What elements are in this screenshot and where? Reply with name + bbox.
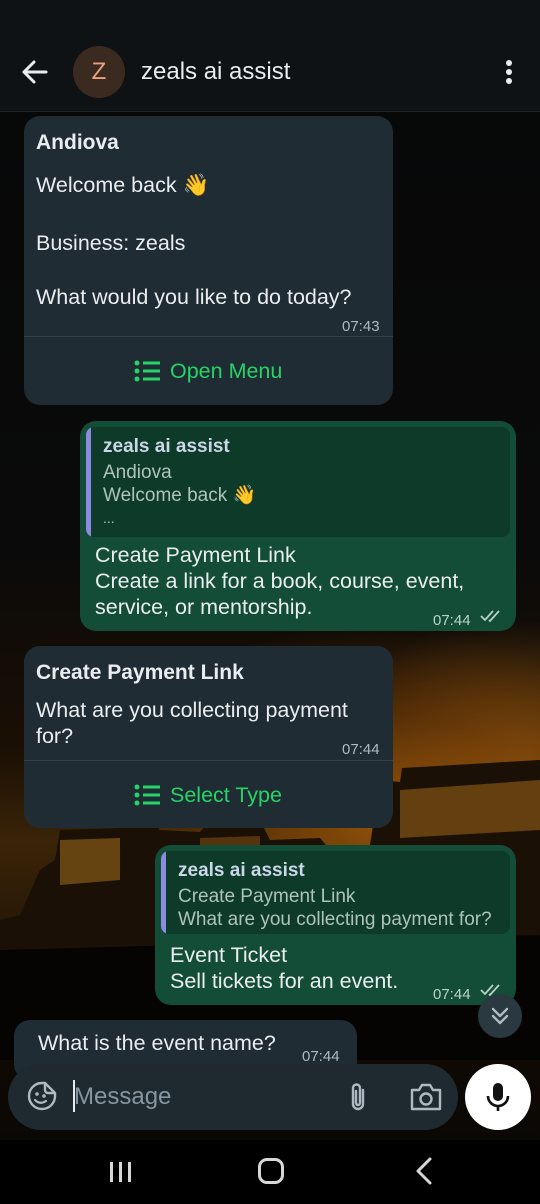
message-line: What are you collecting payment: [36, 698, 348, 722]
divider: [24, 760, 393, 761]
camera-icon[interactable]: [408, 1080, 444, 1114]
message-line: service, or mentorship.: [95, 595, 313, 619]
message-input[interactable]: [74, 1078, 334, 1116]
recent-apps-icon[interactable]: [104, 1160, 138, 1184]
quote-line: What are you collecting payment for?: [178, 909, 492, 930]
quote-line: Create Payment Link: [178, 886, 356, 907]
quote-author: zeals ai assist: [103, 436, 230, 457]
quoted-message[interactable]: zeals ai assist Andiova Welcome back 👋 .…: [86, 427, 510, 537]
quote-bar: [86, 427, 91, 537]
message-line: What is the event name?: [38, 1031, 276, 1055]
message-sender: Andiova: [36, 131, 119, 154]
double-check-icon: [480, 610, 500, 623]
incoming-message-welcome: Andiova Welcome back 👋 Business: zeals W…: [24, 116, 393, 405]
message-line: Welcome back 👋: [36, 173, 210, 197]
chevrons-down-icon: [491, 1007, 509, 1025]
message-line: for?: [36, 724, 74, 748]
attach-icon[interactable]: [343, 1080, 373, 1114]
open-menu-button[interactable]: Open Menu: [134, 358, 282, 384]
more-vert-icon[interactable]: [494, 56, 524, 88]
open-menu-label: Open Menu: [170, 359, 283, 383]
message-line: What would you like to do today?: [36, 285, 352, 309]
mic-button[interactable]: [465, 1064, 531, 1130]
message-line: Create a link for a book, course, event,: [95, 569, 465, 593]
list-icon: [134, 360, 160, 382]
back-arrow-icon[interactable]: [16, 54, 52, 90]
quote-author: zeals ai assist: [178, 860, 305, 881]
select-type-label: Select Type: [170, 783, 282, 807]
chat-title[interactable]: zeals ai assist: [141, 58, 290, 86]
list-icon: [134, 784, 160, 806]
message-time: 07:44: [433, 612, 471, 629]
home-icon[interactable]: [258, 1158, 284, 1184]
message-time: 07:44: [433, 986, 471, 1003]
quote-line: ...: [103, 510, 115, 526]
divider: [24, 336, 393, 337]
message-line: Sell tickets for an event.: [170, 969, 399, 993]
message-sender: Create Payment Link: [36, 661, 244, 684]
quoted-message[interactable]: zeals ai assist Create Payment Link What…: [161, 851, 510, 934]
scroll-to-bottom-button[interactable]: [478, 994, 522, 1038]
outgoing-message-event-ticket: zeals ai assist Create Payment Link What…: [155, 845, 516, 1005]
mic-icon: [486, 1083, 510, 1111]
avatar[interactable]: Z: [73, 46, 125, 98]
quote-bar: [161, 851, 166, 934]
incoming-message-collecting: Create Payment Link What are you collect…: [24, 646, 393, 828]
quote-line: Welcome back 👋: [103, 485, 257, 506]
message-title: Create Payment Link: [95, 543, 296, 567]
quote-line: Andiova: [103, 462, 172, 483]
outgoing-message-payment-link: zeals ai assist Andiova Welcome back 👋 .…: [80, 421, 516, 631]
select-type-button[interactable]: Select Type: [134, 782, 282, 808]
sticker-icon[interactable]: [26, 1080, 58, 1112]
nav-back-icon[interactable]: [412, 1156, 436, 1186]
message-title: Event Ticket: [170, 943, 288, 967]
message-line: Business: zeals: [36, 231, 186, 255]
